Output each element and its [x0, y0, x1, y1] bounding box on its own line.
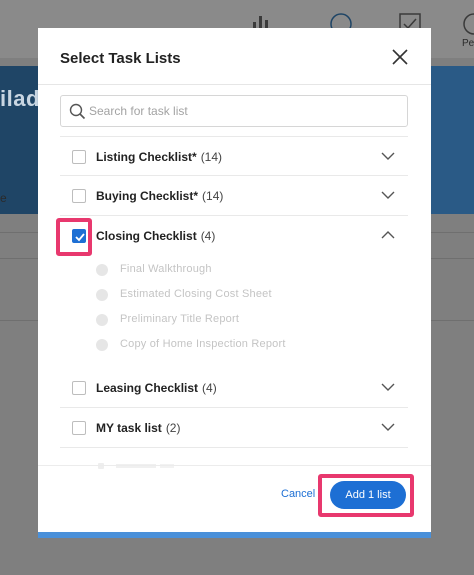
- nav-label-people[interactable]: Pe: [462, 38, 474, 49]
- chevron-up-icon[interactable]: [381, 230, 395, 240]
- task-item-bullet: [96, 314, 108, 326]
- task-count: (4): [200, 229, 216, 243]
- task-item-bullet: [96, 289, 108, 301]
- task-list-row-label: Leasing Checklist (4): [96, 381, 217, 395]
- task-item-label: Copy of Home Inspection Report: [120, 338, 286, 350]
- task-item-label: Preliminary Title Report: [120, 313, 240, 325]
- task-list-checkbox[interactable]: [72, 381, 86, 395]
- select-task-lists-modal: Select Task Lists Listing Checklist*(14)…: [38, 28, 431, 538]
- task-list-row-label: Listing Checklist* (14): [96, 150, 222, 164]
- task-list-name: MY task list: [96, 421, 162, 435]
- close-icon[interactable]: [390, 47, 410, 67]
- task-count: (2): [165, 421, 181, 435]
- task-count: (14): [200, 150, 223, 164]
- task-list-options: Listing Checklist* (14) Buying Checklist*…: [38, 136, 431, 448]
- modal-bottom-bar: [38, 532, 431, 538]
- task-list-row-leasing-checklist[interactable]: Leasing Checklist (4): [60, 368, 408, 408]
- cancel-button[interactable]: Cancel: [281, 488, 315, 500]
- task-item-bullet: [96, 264, 108, 276]
- footer-divider: [38, 465, 431, 466]
- task-list-row-label: MY task list (2): [96, 421, 180, 435]
- task-list-row-my-task-list[interactable]: MY task list (2): [60, 408, 408, 448]
- task-list-checkbox[interactable]: [72, 189, 86, 203]
- task-list-row-label: Closing Checklist (4): [96, 229, 215, 243]
- modal-title: Select Task Lists: [60, 50, 181, 67]
- task-list-name: Listing Checklist*: [96, 150, 197, 164]
- scroll-fade-row: [98, 463, 174, 469]
- search-field[interactable]: [60, 95, 408, 127]
- task-list-row-buying-checklist[interactable]: Buying Checklist* (14): [60, 176, 408, 216]
- search-input[interactable]: [89, 96, 401, 126]
- search-icon: [69, 103, 86, 120]
- modal-header: Select Task Lists: [38, 28, 431, 85]
- task-list-name: Buying Checklist*: [96, 189, 199, 203]
- chevron-down-icon[interactable]: [381, 382, 395, 392]
- task-list-row-listing-checklist[interactable]: Listing Checklist* (14): [60, 136, 408, 176]
- task-list-checkbox[interactable]: [72, 150, 86, 164]
- task-list-name: Closing Checklist: [96, 229, 197, 243]
- task-item-label: Estimated Closing Cost Sheet: [120, 288, 272, 300]
- task-list-row-label: Buying Checklist* (14): [96, 189, 223, 203]
- app-banner-accent: [430, 66, 474, 214]
- chevron-down-icon[interactable]: [381, 190, 395, 200]
- task-count: (14): [202, 189, 224, 203]
- task-item-label: Final Walkthrough: [120, 263, 212, 275]
- highlight-box-checkbox: [56, 218, 92, 256]
- highlight-box-add-button: [318, 474, 414, 517]
- task-item-bullet: [96, 339, 108, 351]
- chevron-down-icon[interactable]: [381, 422, 395, 432]
- table-cell: e: [0, 191, 7, 205]
- task-list-checkbox[interactable]: [72, 421, 86, 435]
- task-list-name: Leasing Checklist: [96, 381, 199, 395]
- people-icon[interactable]: [462, 12, 474, 36]
- task-count: (4): [202, 381, 217, 395]
- chevron-down-icon[interactable]: [381, 151, 395, 161]
